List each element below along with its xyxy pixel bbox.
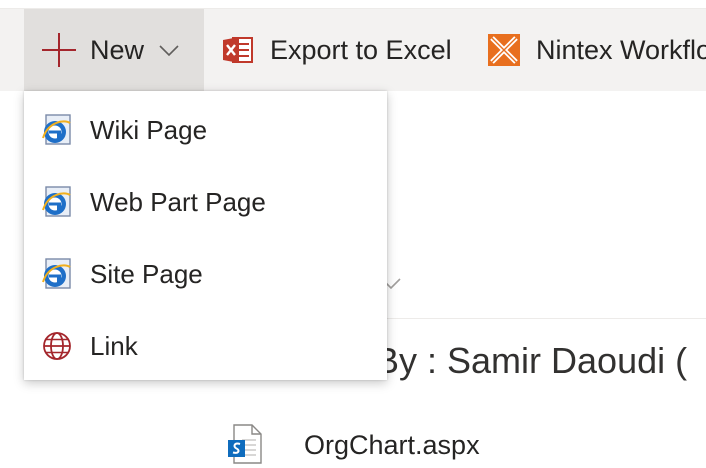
new-button[interactable]: New <box>24 9 204 91</box>
new-dropdown-menu: Wiki Page Web Part Page Site Page Link <box>24 91 387 380</box>
nintex-workflow-button[interactable]: Nintex Workflo <box>487 9 706 91</box>
ie-page-icon <box>40 113 74 147</box>
top-border <box>0 0 706 9</box>
author-text: By : Samir Daoudi ( <box>375 340 688 381</box>
menu-item-label: Web Part Page <box>90 186 266 217</box>
menu-item-link[interactable]: Link <box>24 310 387 382</box>
divider <box>386 318 706 319</box>
export-to-excel-button[interactable]: Export to Excel <box>222 9 452 91</box>
menu-item-web-part-page[interactable]: Web Part Page <box>24 166 387 238</box>
file-icon-aspx <box>228 424 262 464</box>
menu-item-label: Link <box>90 330 138 361</box>
menu-item-label: Wiki Page <box>90 114 208 145</box>
menu-item-site-page[interactable]: Site Page <box>24 238 387 310</box>
ie-page-icon <box>40 257 74 291</box>
file-name[interactable]: OrgChart.aspx <box>304 430 480 461</box>
chevron-down-icon <box>158 39 180 61</box>
new-button-label: New <box>90 34 145 65</box>
menu-item-label: Site Page <box>90 258 203 289</box>
excel-icon <box>222 34 254 66</box>
globe-icon <box>40 329 74 363</box>
plus-icon <box>42 33 76 67</box>
export-to-excel-label: Export to Excel <box>270 34 452 65</box>
menu-item-wiki-page[interactable]: Wiki Page <box>24 94 387 166</box>
nintex-icon <box>487 33 521 67</box>
nintex-workflow-label: Nintex Workflo <box>536 34 706 65</box>
ie-page-icon <box>40 185 74 219</box>
